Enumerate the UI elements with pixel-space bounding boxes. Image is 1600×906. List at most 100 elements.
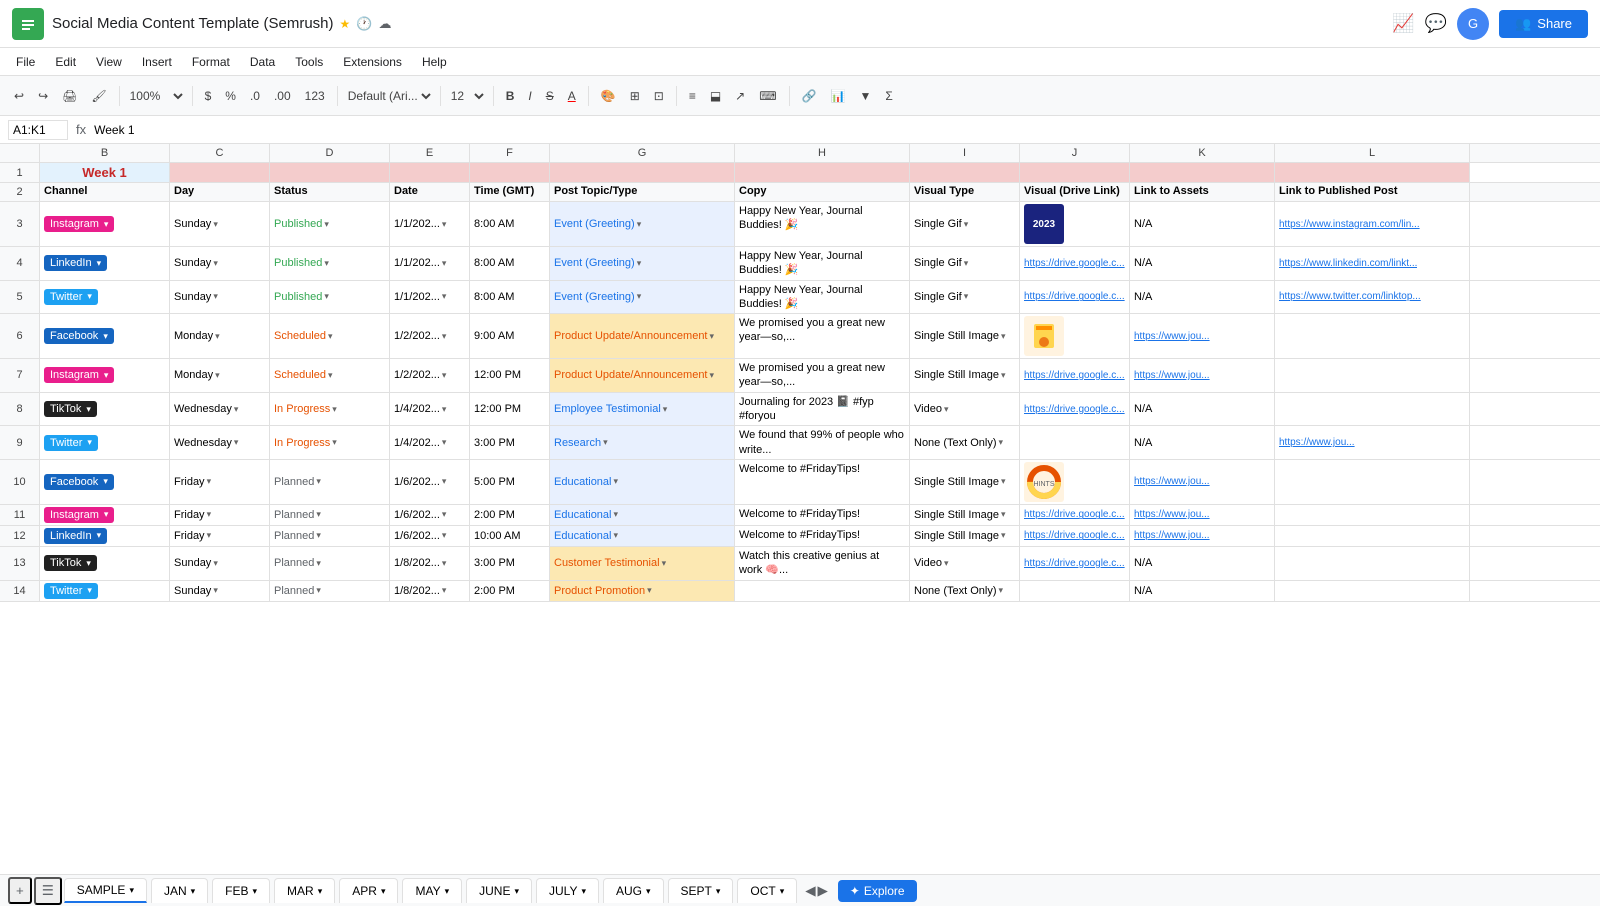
week-cell-j[interactable] [1020, 163, 1130, 182]
cell-day-3[interactable]: Sunday ▾ [170, 202, 270, 246]
share-button[interactable]: 👥 Share [1499, 10, 1588, 38]
cell-visual-drive-3[interactable]: 2023 [1020, 202, 1130, 246]
cell-copy-13[interactable]: Watch this creative genius at work 🧠... [735, 547, 910, 580]
week-cell-d[interactable] [270, 163, 390, 182]
cell-status-12[interactable]: Planned ▾ [270, 526, 390, 546]
cell-time-9[interactable]: 3:00 PM [470, 426, 550, 459]
day-dropdown[interactable]: ▾ [213, 291, 218, 302]
channel-dropdown[interactable]: ▾ [104, 219, 109, 230]
status-dropdown[interactable]: ▾ [328, 331, 333, 342]
cell-visual-drive-12[interactable]: https://drive.google.c... [1020, 526, 1130, 546]
cell-visual-drive-10[interactable]: HINTS [1020, 460, 1130, 504]
zoom-select[interactable]: 100% [126, 88, 186, 104]
cell-channel-11[interactable]: Instagram▾ [40, 505, 170, 525]
tab-dropdown-icon[interactable]: ▾ [318, 886, 323, 897]
visual-type-dropdown[interactable]: ▾ [1001, 370, 1006, 381]
cell-link-assets-11[interactable]: https://www.jou... [1130, 505, 1275, 525]
cell-day-9[interactable]: Wednesday ▾ [170, 426, 270, 459]
cell-visual-type-4[interactable]: Single Gif ▾ [910, 247, 1020, 280]
sheet-tab-may[interactable]: MAY▾ [402, 878, 462, 903]
cell-channel-14[interactable]: Twitter▾ [40, 581, 170, 601]
post-dropdown[interactable]: ▾ [663, 404, 668, 415]
channel-dropdown[interactable]: ▾ [97, 258, 102, 269]
formula-content-input[interactable] [94, 123, 1592, 137]
cell-copy-5[interactable]: Happy New Year, Journal Buddies! 🎉 [735, 281, 910, 314]
cell-link-assets-8[interactable]: N/A [1130, 393, 1275, 426]
function-button[interactable]: Σ [879, 85, 898, 107]
day-dropdown[interactable]: ▾ [215, 331, 220, 342]
week-cell[interactable]: Week 1 [40, 163, 170, 182]
week-cell-g[interactable] [550, 163, 735, 182]
cloud-icon[interactable]: ☁ [378, 16, 391, 32]
cell-post-topic-7[interactable]: Product Update/Announcement ▾ [550, 359, 735, 392]
cell-visual-type-3[interactable]: Single Gif ▾ [910, 202, 1020, 246]
cell-time-8[interactable]: 12:00 PM [470, 393, 550, 426]
cell-status-13[interactable]: Planned ▾ [270, 547, 390, 580]
cell-post-topic-12[interactable]: Educational ▾ [550, 526, 735, 546]
cell-link-published-9[interactable]: https://www.jou... [1275, 426, 1470, 459]
explore-button[interactable]: ✦ Explore [838, 880, 917, 902]
date-dropdown[interactable]: ▾ [442, 331, 447, 342]
date-dropdown[interactable]: ▾ [442, 558, 447, 569]
col-header-b[interactable]: B [40, 144, 170, 162]
channel-badge[interactable]: Twitter▾ [44, 289, 98, 305]
user-avatar[interactable]: G [1457, 8, 1489, 40]
sheet-tab-oct[interactable]: OCT▾ [737, 878, 797, 903]
cell-day-7[interactable]: Monday ▾ [170, 359, 270, 392]
tab-scroll-left[interactable]: ◀ [805, 883, 815, 899]
sheet-tab-mar[interactable]: MAR▾ [274, 878, 335, 903]
cell-status-3[interactable]: Published ▾ [270, 202, 390, 246]
col-header-d[interactable]: D [270, 144, 390, 162]
day-dropdown[interactable]: ▾ [215, 370, 220, 381]
merge-button[interactable]: ⊡ [648, 85, 670, 107]
sheet-tab-sept[interactable]: SEPT▾ [668, 878, 734, 903]
link-button[interactable]: 🔗 [796, 85, 823, 107]
sheet-tab-sample[interactable]: SAMPLE▾ [64, 878, 147, 903]
text-color-button[interactable]: A [562, 85, 582, 107]
decimal-more-button[interactable]: .0 [244, 85, 266, 107]
header-post-topic[interactable]: Post Topic/Type [550, 183, 735, 201]
post-dropdown[interactable]: ▾ [614, 530, 619, 541]
cell-day-10[interactable]: Friday ▾ [170, 460, 270, 504]
cell-day-4[interactable]: Sunday ▾ [170, 247, 270, 280]
cell-status-11[interactable]: Planned ▾ [270, 505, 390, 525]
cell-visual-drive-5[interactable]: https://drive.google.c... [1020, 281, 1130, 314]
tab-dropdown-icon[interactable]: ▾ [780, 886, 785, 897]
week-cell-l[interactable] [1275, 163, 1470, 182]
decimal-less-button[interactable]: .00 [268, 85, 297, 107]
status-dropdown[interactable]: ▾ [316, 476, 321, 487]
cell-link-published-5[interactable]: https://www.twitter.com/linktop... [1275, 281, 1470, 314]
cell-link-assets-5[interactable]: N/A [1130, 281, 1275, 314]
cell-link-published-14[interactable] [1275, 581, 1470, 601]
col-header-j[interactable]: J [1020, 144, 1130, 162]
menu-item-format[interactable]: Format [184, 53, 238, 71]
status-dropdown[interactable]: ▾ [328, 370, 333, 381]
date-dropdown[interactable]: ▾ [442, 219, 447, 230]
cell-link-assets-14[interactable]: N/A [1130, 581, 1275, 601]
borders-button[interactable]: ⊞ [624, 85, 646, 107]
date-dropdown[interactable]: ▾ [442, 476, 447, 487]
sheet-tab-june[interactable]: JUNE▾ [466, 878, 532, 903]
cell-link-published-4[interactable]: https://www.linkedin.com/linkt... [1275, 247, 1470, 280]
channel-badge[interactable]: Facebook▾ [44, 328, 114, 344]
cell-post-topic-13[interactable]: Customer Testimonial ▾ [550, 547, 735, 580]
week-cell-h[interactable] [735, 163, 910, 182]
cell-visual-drive-13[interactable]: https://drive.google.c... [1020, 547, 1130, 580]
number-format-button[interactable]: 123 [299, 85, 331, 107]
tab-dropdown-icon[interactable]: ▾ [381, 886, 386, 897]
day-dropdown[interactable]: ▾ [207, 530, 212, 541]
header-visual-drive[interactable]: Visual (Drive Link) [1020, 183, 1130, 201]
channel-dropdown[interactable]: ▾ [87, 437, 92, 448]
col-header-l[interactable]: L [1275, 144, 1470, 162]
cell-visual-drive-11[interactable]: https://drive.google.c... [1020, 505, 1130, 525]
day-dropdown[interactable]: ▾ [234, 437, 239, 448]
paint-format-button[interactable]: 🖌 [85, 85, 112, 107]
cell-visual-type-9[interactable]: None (Text Only) ▾ [910, 426, 1020, 459]
cell-day-11[interactable]: Friday ▾ [170, 505, 270, 525]
italic-button[interactable]: I [522, 85, 537, 107]
cell-date-8[interactable]: 1/4/202... ▾ [390, 393, 470, 426]
header-time[interactable]: Time (GMT) [470, 183, 550, 201]
date-dropdown[interactable]: ▾ [442, 437, 447, 448]
status-dropdown[interactable]: ▾ [332, 404, 337, 415]
day-dropdown[interactable]: ▾ [234, 404, 239, 415]
